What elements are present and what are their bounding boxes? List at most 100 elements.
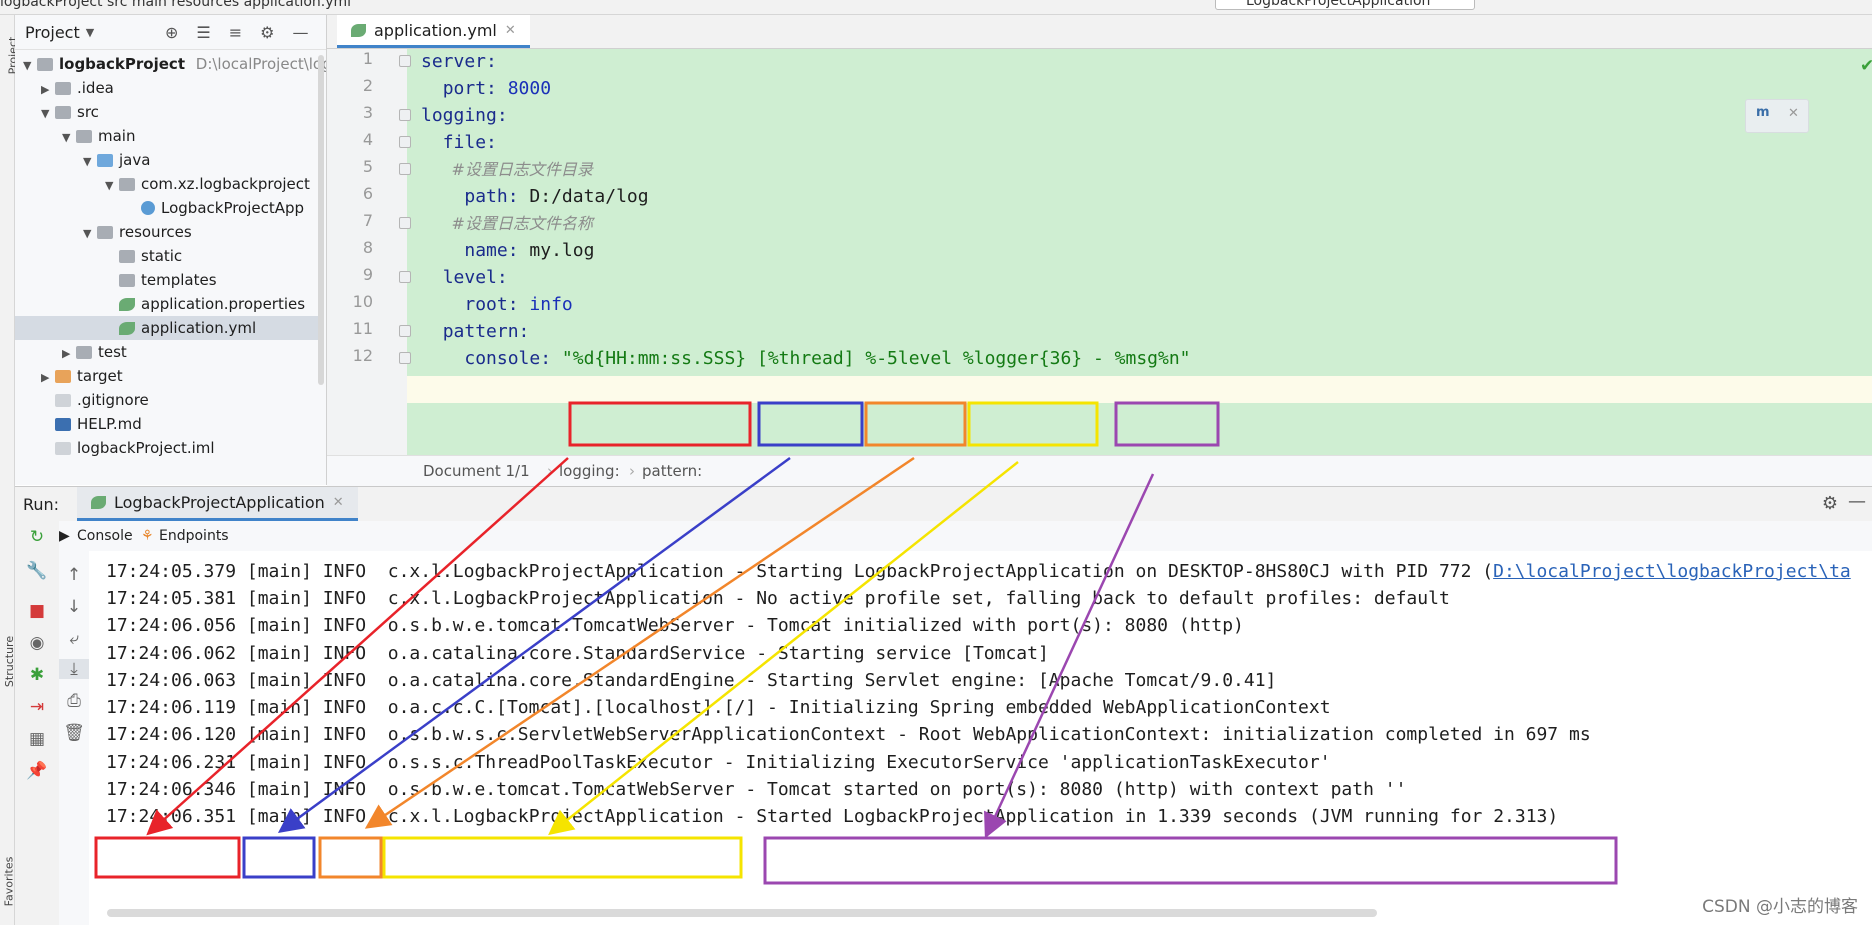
code-editor[interactable]: 1 2 3 4 5 6 7 8 9 10 11 12 server: port:… (327, 49, 1872, 455)
tree-item-gitignore[interactable]: .gitignore (55, 388, 149, 412)
exit-icon[interactable]: ⇥ (15, 697, 59, 717)
stop-icon[interactable]: ■ (15, 601, 59, 621)
spring-config-icon (351, 23, 366, 37)
line-number: 7 (362, 211, 373, 230)
pin-icon[interactable]: 📌 (15, 761, 59, 781)
tree-item-resources[interactable]: ▼ resources (83, 220, 192, 244)
spring-class-icon (141, 201, 155, 215)
console-output[interactable]: 17:24:05.379 [main] INFO c.x.l.LogbackPr… (89, 551, 1872, 925)
markdown-icon (55, 418, 71, 431)
favorites-tool-button[interactable]: Favorites (2, 857, 15, 907)
tree-item-target[interactable]: ▶ target (41, 364, 123, 388)
reader-mode-icon[interactable]: m (1756, 105, 1770, 120)
down-arrow-icon[interactable]: ↓ (59, 597, 89, 617)
tree-item-main[interactable]: ▼ main (62, 124, 135, 148)
chevron-down-icon[interactable]: ▼ (83, 222, 97, 246)
fold-marker-icon[interactable] (399, 136, 411, 148)
code-line: server: (421, 51, 497, 72)
chevron-right-icon[interactable]: ▶ (41, 78, 55, 102)
tree-item-help-md[interactable]: HELP.md (55, 412, 142, 436)
chevron-down-icon[interactable]: ▼ (105, 174, 119, 198)
tree-item-test[interactable]: ▶ test (62, 340, 127, 364)
tree-item-static[interactable]: static (119, 244, 182, 268)
print-icon[interactable]: ⎙ (59, 691, 89, 711)
chevron-right-icon[interactable]: ▶ (41, 366, 55, 390)
fold-marker-icon[interactable] (399, 271, 411, 283)
close-icon[interactable]: ✕ (1788, 106, 1799, 121)
project-panel-header: Project ▼ ⊕ ☰ ≡ ⚙ — (15, 15, 326, 50)
log-line: 17:24:05.381 [main] INFO c.x.l.LogbackPr… (106, 588, 1450, 609)
fold-marker-icon[interactable] (399, 217, 411, 229)
tree-item-main-class[interactable]: LogbackProjectApp (141, 196, 304, 220)
hide-panel-icon[interactable]: — (1848, 491, 1866, 512)
fold-marker-icon[interactable] (399, 325, 411, 337)
fold-marker-icon[interactable] (399, 109, 411, 121)
chevron-down-icon[interactable]: ▼ (41, 102, 55, 126)
code-line: pattern: (442, 321, 530, 342)
rerun-icon[interactable]: ↻ (15, 527, 59, 547)
folder-icon (119, 274, 135, 287)
project-view-selector[interactable]: Project (25, 23, 80, 42)
tree-item-application-properties[interactable]: application.properties (119, 292, 305, 316)
wrench-icon[interactable]: 🔧 (15, 561, 59, 581)
tree-item-application-yml[interactable]: application.yml (15, 316, 320, 340)
breadcrumb-pattern[interactable]: pattern: (642, 462, 702, 480)
tab-endpoints[interactable]: Endpoints (159, 528, 229, 544)
debug-icon[interactable]: ✱ (15, 665, 59, 685)
camera-icon[interactable]: ◉ (15, 633, 59, 653)
hide-panel-icon[interactable]: — (293, 23, 309, 42)
log-line: 17:24:06.231 [main] INFO o.s.s.c.ThreadP… (106, 752, 1331, 773)
separator-icon: › (629, 462, 635, 480)
scroll-to-end-icon[interactable]: ⤓ (59, 659, 89, 679)
spring-config-icon (119, 298, 135, 311)
chevron-down-icon[interactable]: ▼ (83, 150, 97, 174)
nav-breadcrumb[interactable]: logbackProject src main resources applic… (0, 0, 351, 10)
console-icon: ▶ (59, 528, 70, 544)
expand-all-icon[interactable]: ☰ (196, 23, 210, 42)
tree-item-idea[interactable]: ▶ .idea (41, 76, 114, 100)
code-line: port: 8000 (442, 78, 552, 99)
locate-file-icon[interactable]: ⊕ (165, 23, 178, 42)
close-icon[interactable]: ✕ (333, 495, 344, 510)
gear-icon[interactable]: ⚙ (1822, 493, 1838, 514)
tab-application-yml[interactable]: application.yml ✕ (337, 15, 530, 48)
collapse-all-icon[interactable]: ≡ (229, 23, 242, 42)
chevron-down-icon[interactable]: ▼ (86, 26, 94, 39)
line-number: 2 (362, 76, 373, 95)
tab-run-logbackprojectapplication[interactable]: LogbackProjectApplication ✕ (77, 487, 358, 521)
trash-icon[interactable]: 🗑 (59, 723, 89, 743)
soft-wrap-icon[interactable]: ⤶ (59, 629, 89, 649)
gear-icon[interactable]: ⚙ (260, 23, 274, 42)
fold-marker-icon[interactable] (399, 163, 411, 175)
console-horizontal-scrollbar[interactable] (107, 909, 1377, 917)
code-line: level: (442, 267, 508, 288)
editor-tab-bar: application.yml ✕ (327, 15, 1872, 49)
tree-item-templates[interactable]: templates (119, 268, 217, 292)
chevron-right-icon[interactable]: ▶ (62, 342, 76, 366)
log-line: 17:24:06.062 [main] INFO o.a.catalina.co… (106, 643, 1049, 664)
line-number: 3 (362, 103, 373, 122)
code-line: name: my.log (464, 240, 595, 261)
document-indicator[interactable]: Document 1/1 (423, 462, 530, 480)
fold-marker-icon[interactable] (399, 352, 411, 364)
run-configuration-select[interactable]: LogbackProjectApplication (1215, 0, 1475, 10)
code-line: #设置日志文件名称 (451, 214, 593, 233)
tree-item-logbackproject[interactable]: ▼ logbackProject D:\localProject\log (23, 52, 326, 78)
up-arrow-icon[interactable]: ↑ (59, 565, 89, 585)
tree-item-java[interactable]: ▼ java (83, 148, 150, 172)
chevron-down-icon[interactable]: ▼ (62, 126, 76, 150)
project-scrollbar[interactable] (318, 55, 324, 385)
tab-console[interactable]: Console (77, 528, 133, 544)
chevron-down-icon[interactable]: ▼ (23, 54, 37, 78)
run-sub-tabs: ▶ Console ⚘ Endpoints (59, 521, 1872, 551)
tree-item-package[interactable]: ▼ com.xz.logbackproject (105, 172, 310, 196)
breadcrumb-logging[interactable]: logging: (559, 462, 620, 480)
close-icon[interactable]: ✕ (505, 23, 516, 38)
tree-item-src[interactable]: ▼ src (41, 100, 99, 124)
layout-icon[interactable]: ▦ (15, 729, 59, 749)
log-line-highlighted: 17:24:06.351 [main] INFO c.x.l.LogbackPr… (106, 806, 1559, 827)
tree-item-iml[interactable]: logbackProject.iml (55, 436, 215, 460)
fold-marker-icon[interactable] (399, 55, 411, 67)
file-link[interactable]: D:\localProject\logbackProject\ta (1493, 561, 1851, 582)
log-line: 17:24:05.379 [main] INFO c.x.l.LogbackPr… (106, 561, 1851, 582)
